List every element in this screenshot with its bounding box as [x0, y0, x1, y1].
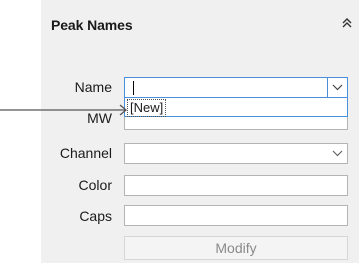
chevron-down-icon	[332, 150, 343, 157]
text-caret	[133, 81, 134, 95]
chevron-down-icon	[332, 84, 343, 91]
caps-input[interactable]	[124, 205, 348, 226]
name-dropdown-list: [New]	[124, 97, 348, 117]
name-dropdown-button[interactable]	[327, 78, 347, 97]
dropdown-item-new[interactable]: [New]	[127, 99, 167, 117]
name-label: Name	[74, 79, 112, 95]
modify-button[interactable]: Modify	[124, 236, 348, 260]
double-chevron-up-icon[interactable]	[340, 15, 354, 31]
panel-title: Peak Names	[51, 17, 133, 33]
color-input[interactable]	[124, 175, 348, 196]
channel-dropdown-button[interactable]	[328, 144, 347, 163]
color-label: Color	[78, 177, 112, 193]
channel-label: Channel	[59, 145, 112, 161]
annotation-arrow-icon	[0, 104, 128, 116]
caps-label: Caps	[79, 208, 112, 224]
channel-select[interactable]	[124, 143, 348, 164]
name-combobox[interactable]	[124, 77, 348, 98]
